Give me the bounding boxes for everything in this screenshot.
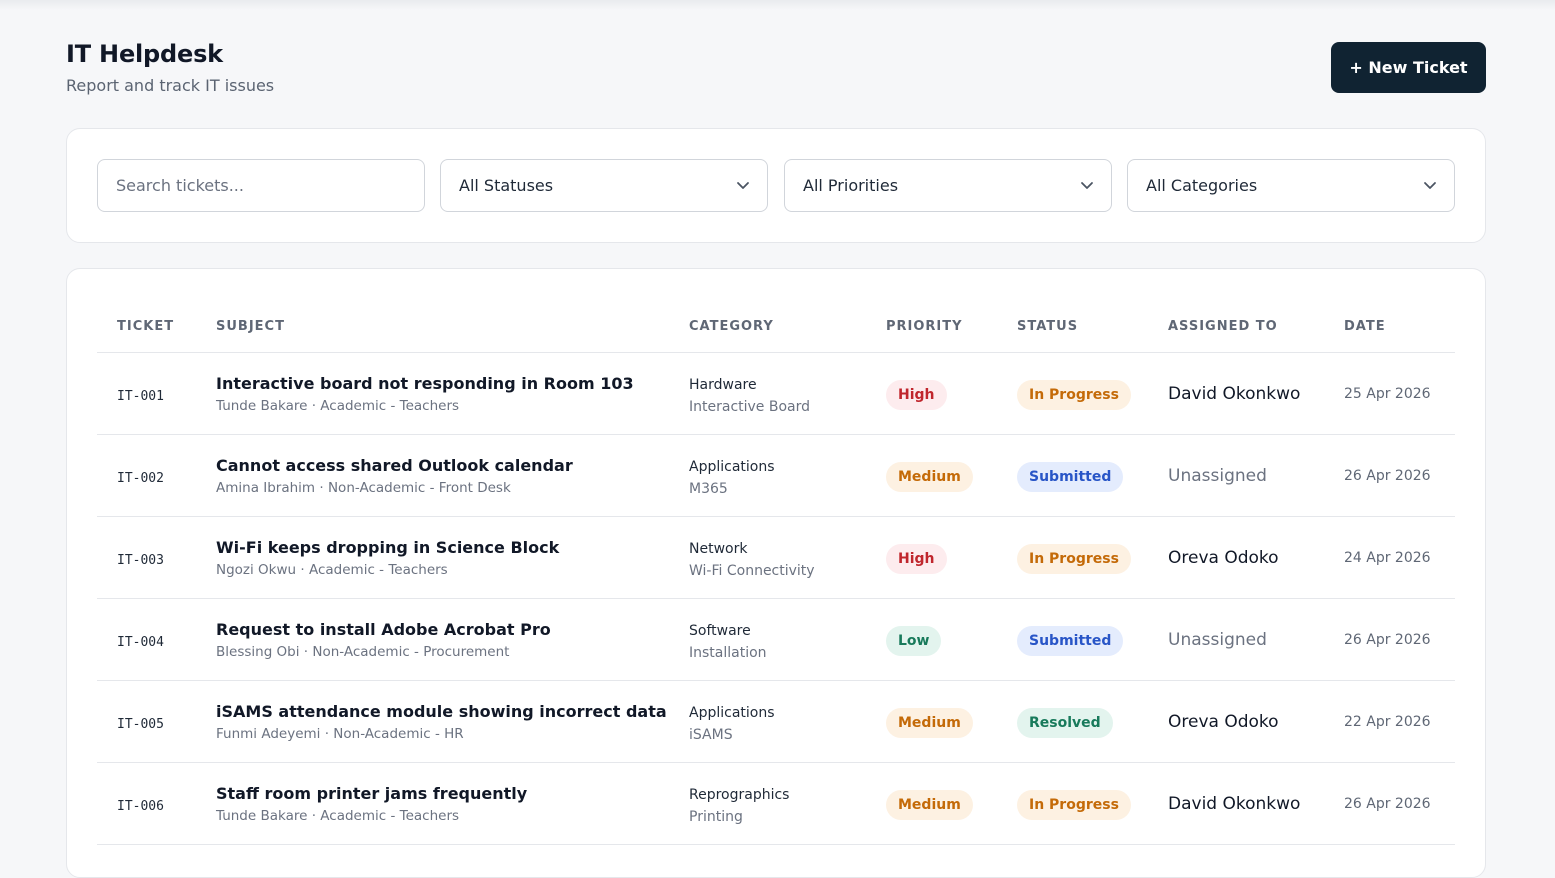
status-badge: Submitted (1017, 462, 1124, 492)
ticket-id: IT-003 (117, 553, 164, 568)
page-subtitle: Report and track IT issues (66, 76, 275, 95)
ticket-subject-cell: Request to install Adobe Acrobat Pro Ble… (216, 620, 551, 660)
priority-filter-select[interactable]: All Priorities (784, 159, 1112, 212)
priority-badge: Medium (886, 790, 973, 820)
column-header-date: Date (1344, 319, 1386, 334)
ticket-subcategory: Installation (689, 645, 767, 661)
ticket-category: Applications (689, 459, 775, 475)
ticket-category-cell: Network Wi-Fi Connectivity (689, 541, 815, 579)
filter-bar: Search tickets... All Statuses All Prior… (66, 128, 1486, 243)
priority-badge: High (886, 544, 947, 574)
ticket-requester: Funmi Adeyemi · Non-Academic - HR (216, 726, 464, 742)
assigned-to: Oreva Odoko (1168, 548, 1279, 568)
status-filter-select[interactable]: All Statuses (440, 159, 768, 212)
search-input[interactable]: Search tickets... (97, 159, 425, 212)
page-header: IT Helpdesk Report and track IT issues (66, 40, 274, 95)
ticket-date: 24 Apr 2026 (1344, 550, 1431, 566)
ticket-date: 26 Apr 2026 (1344, 468, 1431, 484)
assigned-to: Unassigned (1168, 466, 1267, 486)
column-header-assigned-to: Assigned To (1168, 319, 1278, 334)
tickets-table: Ticket Subject Category Priority Status … (66, 268, 1486, 878)
table-row[interactable]: IT-006 Staff room printer jams frequentl… (97, 763, 1455, 845)
helpdesk-page: IT Helpdesk Report and track IT issues +… (0, 0, 1555, 878)
ticket-category-cell: Hardware Interactive Board (689, 377, 810, 415)
ticket-subject[interactable]: iSAMS attendance module showing incorrec… (216, 702, 667, 721)
chevron-down-icon (737, 182, 749, 189)
status-badge: Resolved (1017, 708, 1113, 738)
ticket-date: 26 Apr 2026 (1344, 632, 1431, 648)
priority-badge: Medium (886, 708, 973, 738)
priority-badge: Low (886, 626, 942, 656)
ticket-subject[interactable]: Staff room printer jams frequently (216, 784, 527, 803)
chevron-down-icon (1424, 182, 1436, 189)
ticket-subject-cell: Interactive board not responding in Room… (216, 374, 634, 414)
ticket-requester: Amina Ibrahim · Non-Academic - Front Des… (216, 480, 511, 496)
ticket-subject[interactable]: Cannot access shared Outlook calendar (216, 456, 573, 475)
priority-filter-value: All Priorities (803, 176, 899, 195)
ticket-category-cell: Applications iSAMS (689, 705, 775, 743)
ticket-subject[interactable]: Request to install Adobe Acrobat Pro (216, 620, 551, 639)
ticket-id: IT-004 (117, 635, 164, 650)
assigned-to: David Okonkwo (1168, 794, 1301, 814)
table-row[interactable]: IT-005 iSAMS attendance module showing i… (97, 681, 1455, 763)
column-header-subject: Subject (216, 319, 285, 334)
ticket-requester: Blessing Obi · Non-Academic - Procuremen… (216, 644, 510, 660)
ticket-subject[interactable]: Wi-Fi keeps dropping in Science Block (216, 538, 559, 557)
status-badge: Submitted (1017, 626, 1124, 656)
ticket-subcategory: Wi-Fi Connectivity (689, 563, 815, 579)
priority-badge: High (886, 380, 947, 410)
ticket-category-cell: Reprographics Printing (689, 787, 789, 825)
status-badge: In Progress (1017, 544, 1131, 574)
new-ticket-button[interactable]: + New Ticket (1331, 42, 1486, 93)
column-header-status: Status (1017, 319, 1079, 334)
ticket-id: IT-002 (117, 471, 164, 486)
ticket-requester: Ngozi Okwu · Academic - Teachers (216, 562, 448, 578)
ticket-id: IT-006 (117, 799, 164, 814)
ticket-subject-cell: Staff room printer jams frequently Tunde… (216, 784, 527, 824)
ticket-category-cell: Applications M365 (689, 459, 775, 497)
page-title: IT Helpdesk (66, 40, 223, 68)
table-row[interactable]: IT-003 Wi-Fi keeps dropping in Science B… (97, 517, 1455, 599)
assigned-to: Unassigned (1168, 630, 1267, 650)
status-badge: In Progress (1017, 380, 1131, 410)
priority-badge: Medium (886, 462, 973, 492)
assigned-to: Oreva Odoko (1168, 712, 1279, 732)
ticket-subcategory: iSAMS (689, 727, 733, 743)
ticket-category: Software (689, 623, 751, 639)
ticket-requester: Tunde Bakare · Academic - Teachers (216, 398, 460, 414)
ticket-id: IT-005 (117, 717, 164, 732)
ticket-date: 26 Apr 2026 (1344, 796, 1431, 812)
ticket-subject-cell: Cannot access shared Outlook calendar Am… (216, 456, 573, 496)
ticket-subcategory: M365 (689, 481, 728, 497)
assigned-to: David Okonkwo (1168, 384, 1301, 404)
table-header: Ticket Subject Category Priority Status … (97, 269, 1455, 353)
ticket-subject-cell: iSAMS attendance module showing incorrec… (216, 702, 667, 742)
column-header-priority: Priority (886, 319, 963, 334)
ticket-category: Reprographics (689, 787, 790, 803)
ticket-requester: Tunde Bakare · Academic - Teachers (216, 808, 460, 824)
ticket-date: 25 Apr 2026 (1344, 386, 1431, 402)
ticket-date: 22 Apr 2026 (1344, 714, 1431, 730)
category-filter-select[interactable]: All Categories (1127, 159, 1455, 212)
ticket-category: Hardware (689, 377, 757, 393)
table-row[interactable]: IT-004 Request to install Adobe Acrobat … (97, 599, 1455, 681)
status-badge: In Progress (1017, 790, 1131, 820)
table-row[interactable]: IT-001 Interactive board not responding … (97, 353, 1455, 435)
table-row[interactable]: IT-002 Cannot access shared Outlook cale… (97, 435, 1455, 517)
ticket-id: IT-001 (117, 389, 164, 404)
ticket-subcategory: Printing (689, 809, 743, 825)
chevron-down-icon (1081, 182, 1093, 189)
ticket-category-cell: Software Installation (689, 623, 767, 661)
ticket-category: Applications (689, 705, 775, 721)
status-filter-value: All Statuses (459, 176, 554, 195)
column-header-category: Category (689, 319, 774, 334)
category-filter-value: All Categories (1146, 176, 1258, 195)
ticket-category: Network (689, 541, 748, 557)
ticket-subject[interactable]: Interactive board not responding in Room… (216, 374, 634, 393)
ticket-subcategory: Interactive Board (689, 399, 811, 415)
ticket-subject-cell: Wi-Fi keeps dropping in Science Block Ng… (216, 538, 559, 578)
column-header-ticket: Ticket (117, 319, 175, 334)
